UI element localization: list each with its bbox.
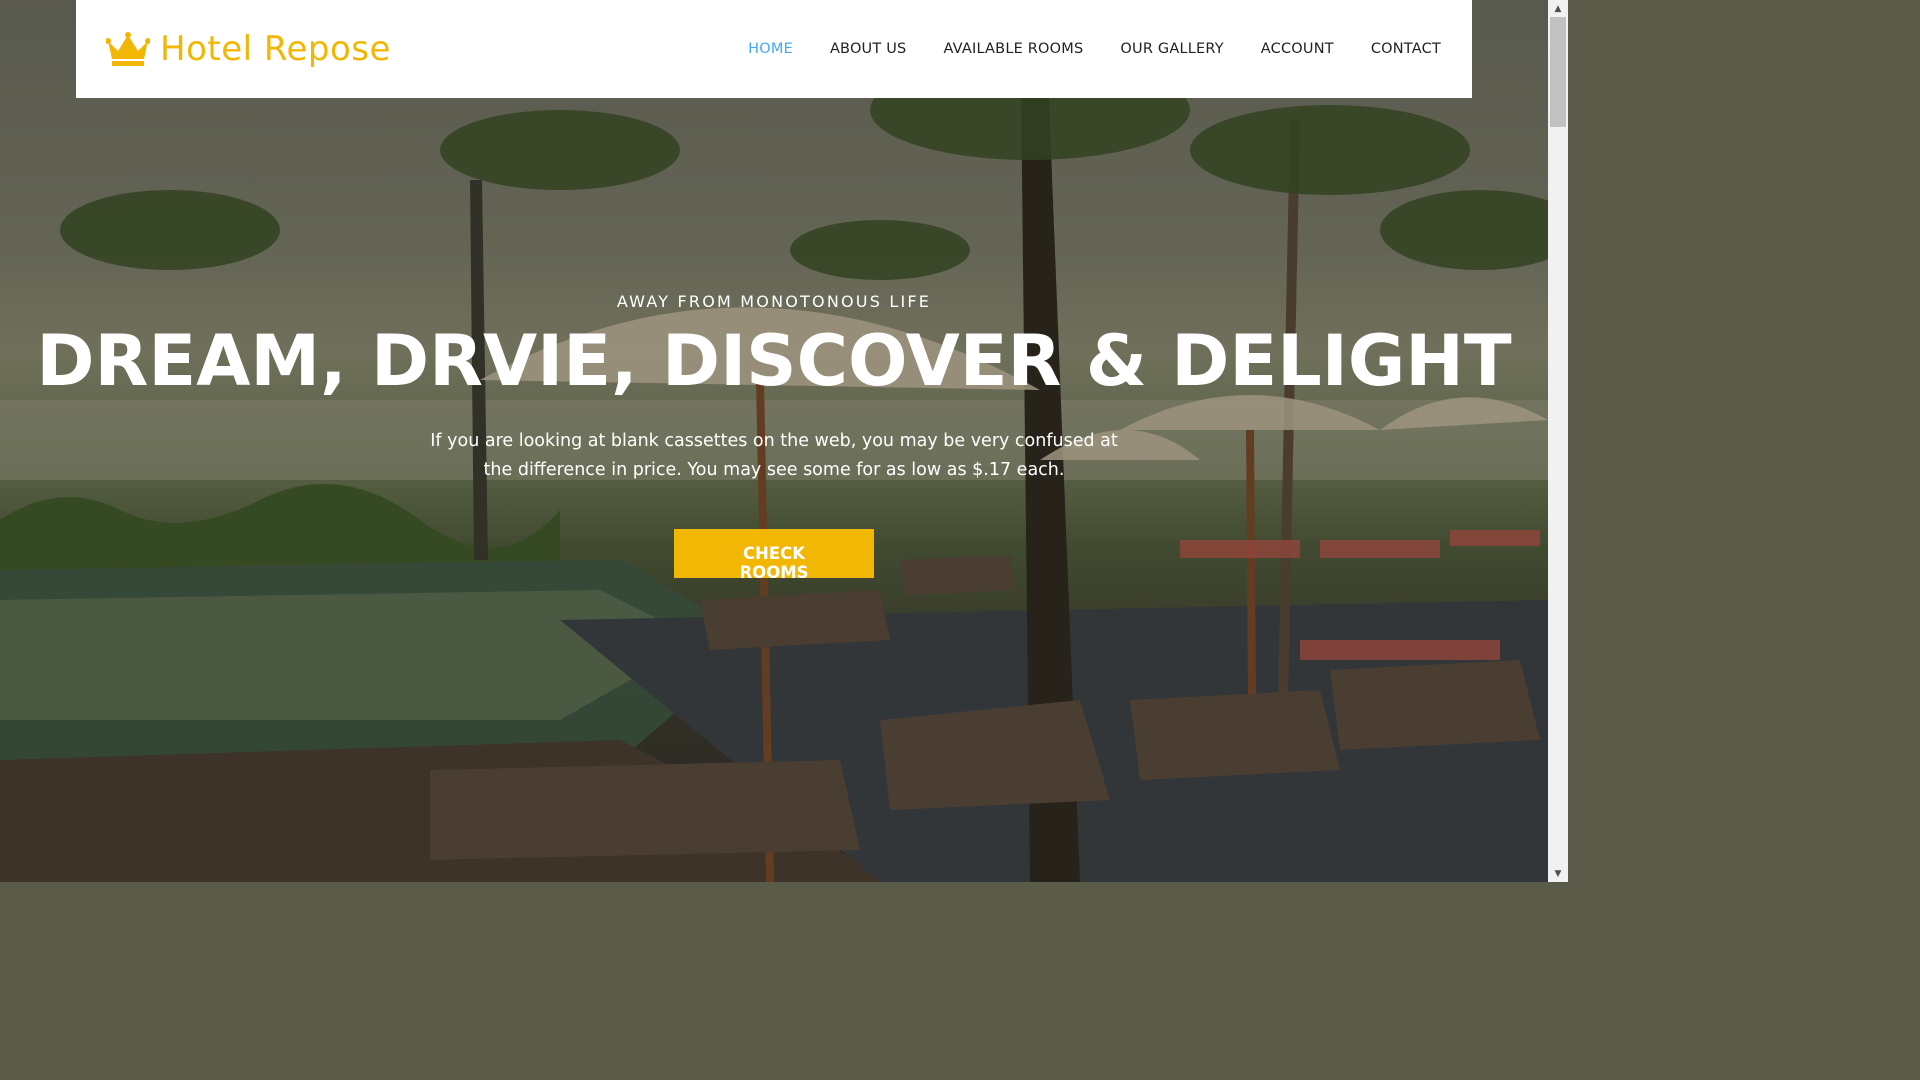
nav-item-about-us[interactable]: ABOUT US: [830, 41, 907, 57]
hero-description: If you are looking at blank cassettes on…: [430, 430, 1118, 480]
main-nav: HOME ABOUT US AVAILABLE ROOMS OUR GALLER…: [748, 41, 1441, 57]
crown-icon: [106, 32, 150, 66]
page-viewport: Hotel Repose HOME ABOUT US AVAILABLE ROO…: [0, 0, 1548, 882]
nav-item-account[interactable]: ACCOUNT: [1261, 41, 1334, 57]
brand-name: Hotel Repose: [160, 29, 391, 69]
nav-item-available-rooms[interactable]: AVAILABLE ROOMS: [943, 41, 1083, 57]
hero-eyebrow: AWAY FROM MONOTONOUS LIFE: [616, 292, 932, 311]
scrollbar-thumb[interactable]: [1550, 17, 1566, 127]
vertical-scrollbar[interactable]: ▲ ▼: [1548, 0, 1568, 882]
site-header: Hotel Repose HOME ABOUT US AVAILABLE ROO…: [76, 0, 1472, 98]
scroll-up-arrow-icon[interactable]: ▲: [1548, 0, 1568, 17]
nav-item-our-gallery[interactable]: OUR GALLERY: [1120, 41, 1223, 57]
hero-headline: DREAM, DRVIE, DISCOVER & DELIGHT: [36, 320, 1512, 402]
nav-item-contact[interactable]: CONTACT: [1371, 41, 1441, 57]
nav-item-home[interactable]: HOME: [748, 41, 793, 57]
scroll-down-arrow-icon[interactable]: ▼: [1548, 865, 1568, 882]
hero-section: AWAY FROM MONOTONOUS LIFE DREAM, DRVIE, …: [0, 292, 1548, 582]
brand-logo-link[interactable]: Hotel Repose: [106, 29, 391, 69]
check-rooms-button[interactable]: CHECK ROOMS: [674, 528, 874, 582]
